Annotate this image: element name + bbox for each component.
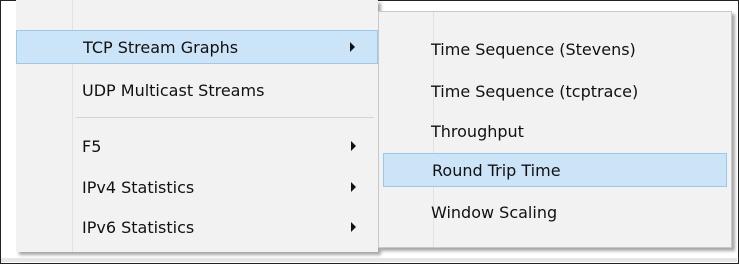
chevron-right-icon	[351, 222, 356, 232]
submenu-item-label: Window Scaling	[431, 202, 558, 222]
statistics-menu: TCP Stream Graphs UDP Multicast Streams …	[16, 0, 378, 252]
chevron-right-icon	[350, 42, 355, 52]
submenu-item-label: Time Sequence (Stevens)	[431, 39, 636, 59]
menu-item-label: UDP Multicast Streams	[82, 80, 265, 100]
menu-item-label: IPv4 Statistics	[82, 177, 195, 197]
menu-item-label: TCP Stream Graphs	[83, 37, 239, 57]
submenu-item-label: Time Sequence (tcptrace)	[431, 81, 639, 101]
status-strip	[1, 258, 737, 262]
menu-separator	[76, 117, 374, 118]
submenu-item-window-scaling[interactable]: Window Scaling	[383, 195, 727, 229]
submenu-item-time-sequence-tcptrace[interactable]: Time Sequence (tcptrace)	[383, 74, 727, 108]
menu-item-ipv4-statistics[interactable]: IPv4 Statistics	[16, 170, 378, 204]
chevron-right-icon	[351, 182, 356, 192]
submenu-item-label: Throughput	[431, 121, 524, 141]
submenu-item-round-trip-time[interactable]: Round Trip Time	[383, 153, 727, 187]
menu-item-udp-multicast-streams[interactable]: UDP Multicast Streams	[16, 73, 378, 107]
tcp-stream-graphs-submenu: Time Sequence (Stevens) Time Sequence (t…	[378, 11, 732, 248]
submenu-item-time-sequence-stevens[interactable]: Time Sequence (Stevens)	[383, 32, 727, 66]
submenu-item-label: Round Trip Time	[432, 160, 561, 180]
submenu-item-throughput[interactable]: Throughput	[383, 114, 727, 148]
menu-item-label: IPv6 Statistics	[82, 217, 195, 237]
menu-item-f5[interactable]: F5	[16, 129, 378, 163]
menu-item-label: F5	[82, 136, 102, 156]
menu-item-ipv6-statistics[interactable]: IPv6 Statistics	[16, 210, 378, 244]
chevron-right-icon	[351, 141, 356, 151]
menu-item-tcp-stream-graphs[interactable]: TCP Stream Graphs	[16, 30, 378, 64]
